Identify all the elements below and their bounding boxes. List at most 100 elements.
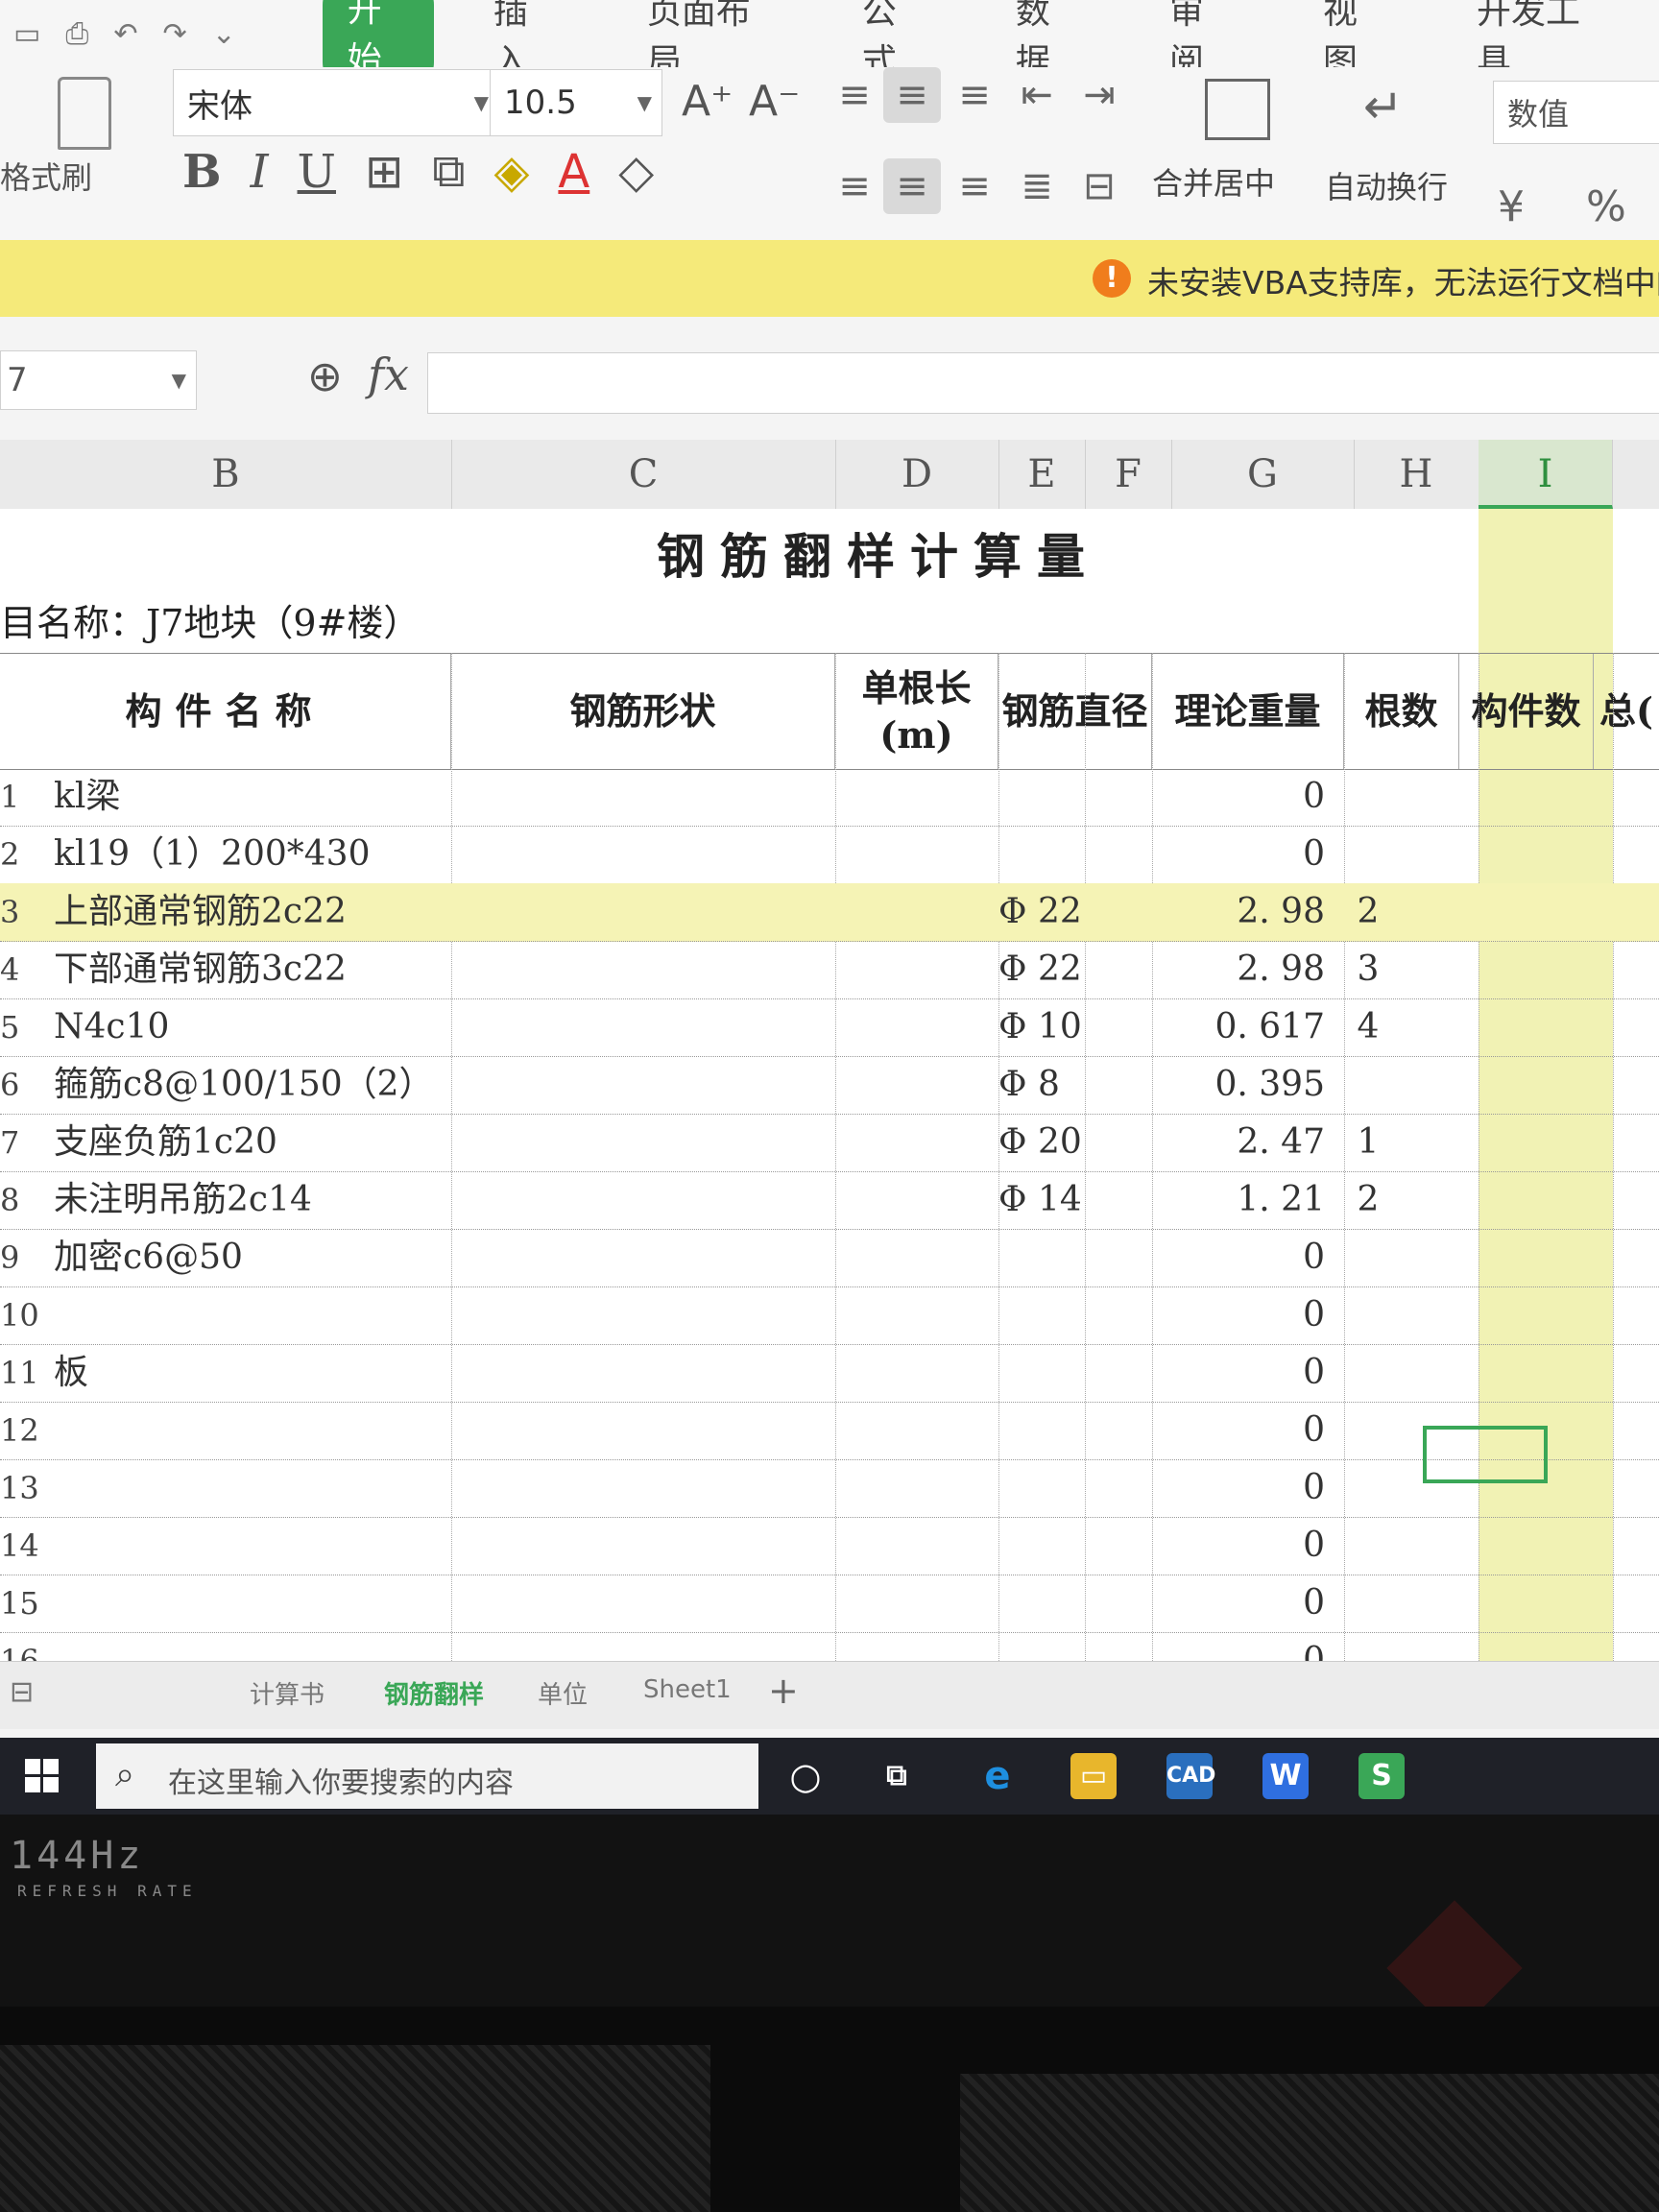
fill-color-icon[interactable]: ◈	[494, 145, 530, 199]
border-icon[interactable]: ⊞	[365, 145, 403, 199]
cell-name[interactable]: 支座负筋1c20	[54, 1114, 277, 1171]
cell-count[interactable]: 2	[1334, 883, 1402, 941]
cell-weight[interactable]: 0	[1152, 1344, 1325, 1402]
cell-count[interactable]: 4	[1334, 998, 1402, 1056]
fx-icon[interactable]: fx	[368, 349, 409, 400]
align-bottom-icon[interactable]: ≡	[946, 67, 1003, 123]
cell-diameter[interactable]	[998, 1286, 1162, 1344]
col-header-b[interactable]: B	[0, 440, 452, 509]
cell-diameter[interactable]	[998, 1575, 1162, 1632]
cell-diameter[interactable]	[998, 1344, 1162, 1402]
distribute-icon[interactable]: ⊟	[1070, 158, 1128, 214]
cell-name[interactable]: kl梁	[54, 768, 120, 826]
cell-weight[interactable]: 0	[1152, 1517, 1325, 1575]
table-row[interactable]: 4 下部通常钢筋3c22 Φ 22 2. 98 3	[0, 941, 1659, 999]
col-header-d[interactable]: D	[835, 440, 999, 509]
col-header-f[interactable]: F	[1085, 440, 1172, 509]
add-sheet-icon[interactable]: +	[768, 1670, 799, 1712]
percent-icon[interactable]: %	[1586, 182, 1626, 231]
cell-diameter[interactable]	[998, 768, 1162, 826]
windows-start-icon[interactable]	[25, 1759, 60, 1793]
col-header-g[interactable]: G	[1171, 440, 1355, 509]
font-color-icon[interactable]: A	[558, 145, 589, 199]
cell-count[interactable]	[1334, 1517, 1402, 1575]
sheet-tab-sheet1[interactable]: Sheet1	[643, 1675, 732, 1704]
cell-diameter[interactable]: Φ 20	[998, 1114, 1162, 1171]
table-row[interactable]: 5 N4c10 Φ 10 0. 617 4	[0, 998, 1659, 1057]
table-row-selected[interactable]: 3 上部通常钢筋2c22 Φ 22 2. 98 2	[0, 883, 1659, 942]
font-name-select[interactable]: 宋体 ▼	[173, 69, 499, 136]
cell-weight[interactable]: 0	[1152, 1575, 1325, 1632]
number-format-select[interactable]: 数值	[1493, 81, 1659, 144]
cell-weight[interactable]: 0	[1152, 1229, 1325, 1286]
wps-spreadsheet-icon[interactable]: S	[1358, 1753, 1405, 1799]
font-size-select[interactable]: 10.5 ▼	[490, 69, 662, 136]
cell-weight[interactable]: 0	[1152, 768, 1325, 826]
table-row[interactable]: 11 板 0	[0, 1344, 1659, 1403]
cell-name[interactable]: 加密c6@50	[54, 1229, 243, 1286]
cell-count[interactable]	[1334, 1459, 1402, 1517]
cell-name[interactable]: 板	[54, 1344, 88, 1402]
align-middle-icon[interactable]: ≡	[883, 67, 941, 123]
underline-icon[interactable]: U	[298, 145, 336, 199]
align-top-icon[interactable]: ≡	[826, 67, 883, 123]
sheet-tab-rebar[interactable]: 钢筋翻样	[384, 1675, 484, 1711]
cell-diameter[interactable]	[998, 1517, 1162, 1575]
col-header-i[interactable]: I	[1479, 440, 1613, 509]
merge-center-button[interactable]: 合并居中	[1152, 67, 1306, 230]
redo-icon[interactable]: ↷	[163, 17, 187, 51]
sheet-nav-icon[interactable]: ⊟	[10, 1675, 34, 1709]
cell-weight[interactable]: 1. 21	[1152, 1171, 1325, 1229]
undo-icon[interactable]: ↶	[113, 17, 137, 51]
col-header-h[interactable]: H	[1354, 440, 1479, 509]
bold-icon[interactable]: B	[182, 145, 222, 199]
col-header-c[interactable]: C	[451, 440, 836, 509]
cell-name[interactable]: 下部通常钢筋3c22	[54, 941, 347, 998]
table-row[interactable]: 15 0	[0, 1575, 1659, 1633]
cell-name[interactable]: kl19（1）200*430	[54, 826, 370, 883]
align-right-icon[interactable]: ≡	[946, 158, 1003, 214]
table-row[interactable]: 10 0	[0, 1286, 1659, 1345]
increase-indent-icon[interactable]: ⇥	[1070, 67, 1128, 123]
cell-name[interactable]: N4c10	[54, 998, 169, 1056]
sheet-tab-unit[interactable]: 单位	[538, 1675, 588, 1711]
customize-icon[interactable]: ⌄	[212, 17, 236, 51]
table-row[interactable]: 2 kl19（1）200*430 0	[0, 826, 1659, 884]
cell-weight[interactable]: 0	[1152, 1459, 1325, 1517]
task-view-icon[interactable]: ⧉	[874, 1753, 920, 1799]
cortana-icon[interactable]: ○	[782, 1753, 829, 1799]
decrease-font-icon[interactable]: A⁻	[749, 77, 800, 126]
italic-icon[interactable]: I	[251, 145, 269, 199]
align-center-icon[interactable]: ≡	[883, 158, 941, 214]
file-explorer-icon[interactable]: ▭	[1070, 1753, 1117, 1799]
cell-count[interactable]	[1334, 1402, 1402, 1459]
cell-diameter[interactable]: Φ 22	[998, 883, 1162, 941]
cell-count[interactable]	[1334, 1575, 1402, 1632]
cell-diameter[interactable]: Φ 22	[998, 941, 1162, 998]
cell-weight[interactable]: 0. 395	[1152, 1056, 1325, 1114]
cell-diameter[interactable]: Φ 14	[998, 1171, 1162, 1229]
format-painter-button[interactable]: 格式刷	[0, 67, 144, 240]
cell-name[interactable]: 箍筋c8@100/150（2）	[54, 1056, 434, 1114]
table-row[interactable]: 6 箍筋c8@100/150（2） Φ 8 0. 395	[0, 1056, 1659, 1115]
table-row[interactable]: 14 0	[0, 1517, 1659, 1575]
wps-writer-icon[interactable]: W	[1262, 1753, 1309, 1799]
cell-count[interactable]	[1334, 1286, 1402, 1344]
table-row[interactable]: 1 kl梁 0	[0, 768, 1659, 827]
cell-diameter[interactable]	[998, 826, 1162, 883]
col-header-e[interactable]: E	[998, 440, 1086, 509]
currency-icon[interactable]: ¥	[1498, 182, 1525, 231]
cell-count[interactable]	[1334, 1229, 1402, 1286]
table-row[interactable]: 13 0	[0, 1459, 1659, 1518]
clear-format-icon[interactable]: ◇	[618, 145, 654, 199]
formula-input[interactable]	[427, 352, 1659, 414]
table-row[interactable]: 9 加密c6@50 0	[0, 1229, 1659, 1287]
cell-name[interactable]: 未注明吊筋2c14	[54, 1171, 312, 1229]
cell-diameter[interactable]	[998, 1459, 1162, 1517]
table-row[interactable]: 7 支座负筋1c20 Φ 20 2. 47 1	[0, 1114, 1659, 1172]
cell-diameter[interactable]	[998, 1229, 1162, 1286]
justify-icon[interactable]: ≣	[1008, 158, 1066, 214]
table-row[interactable]: 8 未注明吊筋2c14 Φ 14 1. 21 2	[0, 1171, 1659, 1230]
cell-count[interactable]: 1	[1334, 1114, 1402, 1171]
cell-count[interactable]	[1334, 768, 1402, 826]
